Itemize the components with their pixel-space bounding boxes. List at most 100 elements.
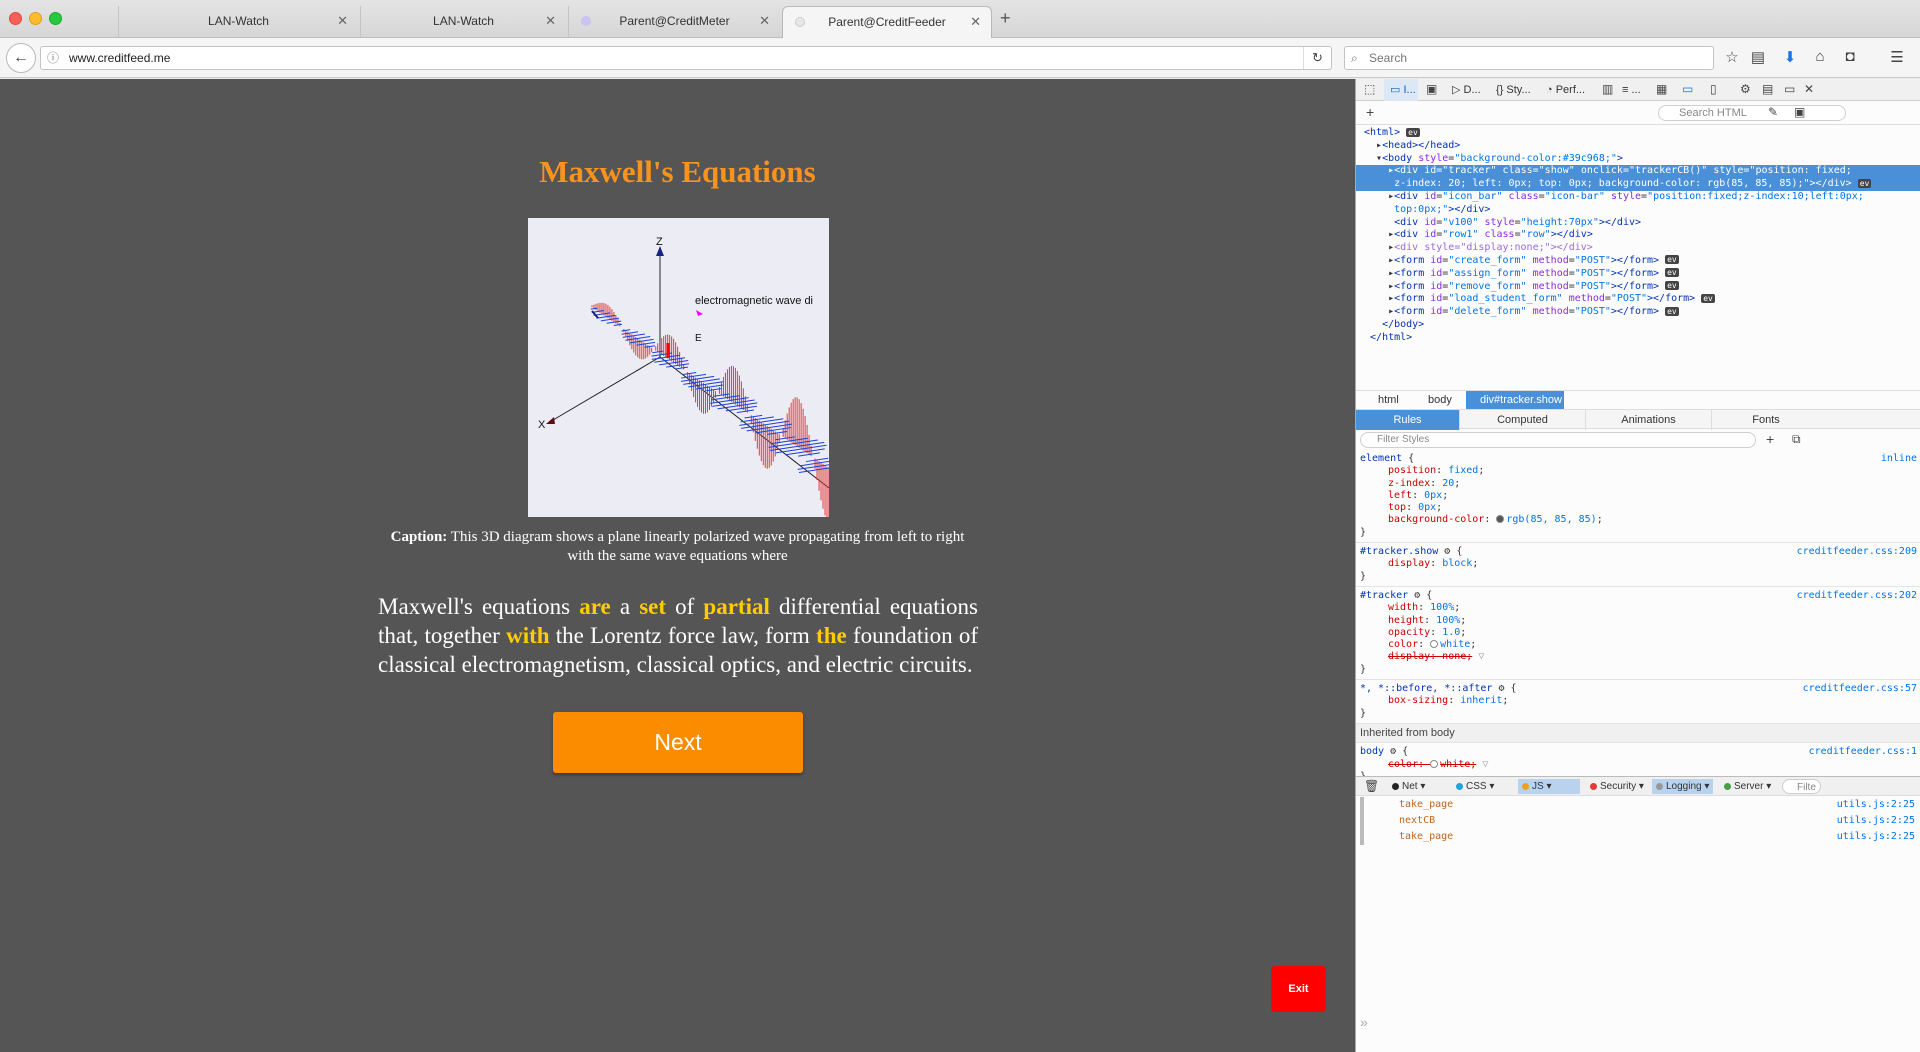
new-tab-button[interactable]: + xyxy=(1000,8,1011,29)
console-filter-input[interactable]: Filte xyxy=(1782,779,1821,794)
filter-icon[interactable]: ▽ xyxy=(1482,759,1488,770)
console-filter-server[interactable]: Server ▾ xyxy=(1720,779,1775,794)
dom-node-icon-bar-cont[interactable]: top:0px;"></div> xyxy=(1356,204,1920,217)
tab-style-editor[interactable]: {} Sty... xyxy=(1496,79,1544,101)
search-html-input[interactable]: Search HTML xyxy=(1658,105,1846,121)
tab-fonts[interactable]: Fonts xyxy=(1712,410,1820,430)
downloads-icon[interactable]: ⬇ xyxy=(1780,48,1800,66)
breadcrumb-body[interactable]: body xyxy=(1422,391,1458,409)
home-icon[interactable]: ⌂ xyxy=(1810,48,1830,65)
search-input[interactable]: ⌕ Search xyxy=(1344,46,1714,70)
dom-node-hidden-div[interactable]: ▸<div style="display:none;"></div> xyxy=(1356,242,1920,255)
console-filter-net[interactable]: Net ▾ xyxy=(1388,779,1429,794)
log-source-link[interactable]: utils.js:2:25 xyxy=(1837,813,1915,829)
back-button[interactable]: ← xyxy=(6,43,36,73)
tab-more[interactable]: ≡ ... xyxy=(1622,79,1652,101)
dom-node-html-close[interactable]: </html> xyxy=(1356,332,1920,345)
rule-source[interactable]: creditfeeder.css:209 xyxy=(1797,546,1917,558)
url-bar[interactable]: ⓘ www.creditfeed.me ↻ xyxy=(40,46,1332,70)
console-filter-js[interactable]: JS ▾ xyxy=(1518,779,1580,794)
highlight-word[interactable]: set xyxy=(639,594,666,619)
color-swatch-icon[interactable] xyxy=(1496,515,1505,524)
tab-rules[interactable]: Rules xyxy=(1356,410,1460,430)
console-icon[interactable]: ▣ xyxy=(1426,82,1437,96)
close-window-button[interactable] xyxy=(9,12,22,25)
dom-node-remove-form[interactable]: ▸<form id="remove_form" method="POST"></… xyxy=(1356,281,1920,294)
settings-gear-icon[interactable]: ⚙ xyxy=(1740,82,1751,96)
breadcrumb-div-tracker[interactable]: div#tracker.show xyxy=(1466,391,1564,409)
tab-debugger[interactable]: ▷ D... xyxy=(1452,79,1492,101)
dom-node-body[interactable]: ▾<body style="background-color:#39c968;"… xyxy=(1356,153,1920,166)
log-source-link[interactable]: utils.js:2:25 xyxy=(1837,797,1915,813)
tab-performance[interactable]: ◔ Perf... xyxy=(1546,79,1598,101)
minimize-window-button[interactable] xyxy=(29,12,42,25)
dom-node-body-close[interactable]: </body> xyxy=(1356,319,1920,332)
dom-node-load-student-form[interactable]: ▸<form id="load_student_form" method="PO… xyxy=(1356,293,1920,306)
console-filter-security[interactable]: Security ▾ xyxy=(1586,779,1648,794)
next-button[interactable]: Next xyxy=(553,712,803,773)
color-swatch-icon[interactable] xyxy=(1430,759,1439,768)
highlight-word[interactable]: partial xyxy=(703,594,769,619)
close-tab-icon[interactable]: ✕ xyxy=(337,6,348,36)
toggle-pseudo-icon[interactable]: ⧉ xyxy=(1792,432,1801,447)
close-tab-icon[interactable]: ✕ xyxy=(545,6,556,36)
breadcrumb-html[interactable]: html xyxy=(1372,391,1405,409)
highlight-word[interactable]: the xyxy=(816,623,847,648)
hamburger-menu-icon[interactable]: ☰ xyxy=(1887,48,1907,66)
tab-parent-creditfeeder[interactable]: Parent@CreditFeeder ✕ xyxy=(782,6,992,38)
tab-inspector[interactable]: ▭ I... xyxy=(1384,79,1418,101)
rule-source[interactable]: inline xyxy=(1881,453,1917,465)
tab-animations[interactable]: Animations xyxy=(1586,410,1712,430)
layout-icon[interactable]: ▦ xyxy=(1656,82,1667,96)
tab-computed[interactable]: Computed xyxy=(1460,410,1586,430)
tab-lan-watch-2[interactable]: LAN-Watch ✕ xyxy=(360,6,566,38)
rule-tracker-show[interactable]: #tracker.show ⚙ { creditfeeder.css:209 d… xyxy=(1356,543,1920,587)
rule-tracker[interactable]: #tracker ⚙ { creditfeeder.css:202 width:… xyxy=(1356,587,1920,681)
rule-source[interactable]: creditfeeder.css:1 xyxy=(1809,746,1917,758)
add-node-icon[interactable]: + xyxy=(1366,104,1374,120)
rule-source[interactable]: creditfeeder.css:202 xyxy=(1797,590,1917,602)
dom-node-v100[interactable]: <div id="v100" style="height:70px"></div… xyxy=(1356,217,1920,230)
pick-element-icon[interactable]: ⬚ xyxy=(1364,82,1375,96)
rule-source[interactable]: creditfeeder.css:57 xyxy=(1803,683,1917,695)
dom-node-icon-bar[interactable]: ▸<div id="icon_bar" class="icon-bar" sty… xyxy=(1356,191,1920,204)
trash-icon[interactable]: 🗑 xyxy=(1364,779,1379,793)
filter-styles-input[interactable]: Filter Styles xyxy=(1360,432,1756,448)
console-filter-logging[interactable]: Logging ▾ xyxy=(1652,779,1714,794)
dom-node-create-form[interactable]: ▸<form id="create_form" method="POST"></… xyxy=(1356,255,1920,268)
zoom-window-button[interactable] xyxy=(49,12,62,25)
filter-icon[interactable]: ▽ xyxy=(1478,651,1484,662)
log-source-link[interactable]: utils.js:2:25 xyxy=(1837,829,1915,845)
close-tab-icon[interactable]: ✕ xyxy=(759,6,770,36)
dom-node-tracker-selected[interactable]: ▸<div id="tracker" class="show" onclick=… xyxy=(1356,165,1920,179)
close-devtools-icon[interactable]: ✕ xyxy=(1804,82,1814,96)
dom-node-row1[interactable]: ▸<div id="row1" class="row"></div> xyxy=(1356,229,1920,242)
tab-lan-watch-1[interactable]: LAN-Watch ✕ xyxy=(118,6,358,38)
dom-node-assign-form[interactable]: ▸<form id="assign_form" method="POST"></… xyxy=(1356,268,1920,281)
device-icon[interactable]: ▯ xyxy=(1710,82,1717,96)
dock-icon[interactable]: ▤ xyxy=(1762,82,1773,96)
color-swatch-icon[interactable] xyxy=(1430,640,1439,649)
dom-node-delete-form[interactable]: ▸<form id="delete_form" method="POST"></… xyxy=(1356,306,1920,319)
rule-element[interactable]: element { inline position: fixed; z-inde… xyxy=(1356,450,1920,544)
memory-icon[interactable]: ▥ xyxy=(1602,82,1613,96)
dom-node-tracker-selected-cont[interactable]: z-index: 20; left: 0px; top: 0px; backgr… xyxy=(1356,178,1920,191)
responsive-icon[interactable]: ▭ xyxy=(1682,82,1693,96)
eyedropper-icon[interactable]: ✎ xyxy=(1768,105,1778,119)
highlight-word[interactable]: are xyxy=(579,594,611,619)
page-content[interactable]: Maxwell's Equations Z X electromagnetic … xyxy=(0,79,1355,1052)
console-filter-css[interactable]: CSS ▾ xyxy=(1452,779,1498,794)
screenshot-node-icon[interactable]: ▣ xyxy=(1794,105,1805,119)
reading-list-icon[interactable]: ▤ xyxy=(1748,48,1768,66)
dom-node-html[interactable]: <html> ev xyxy=(1356,127,1920,140)
highlight-word[interactable]: with xyxy=(506,623,549,648)
close-tab-icon[interactable]: ✕ xyxy=(970,7,981,37)
tab-parent-creditmeter[interactable]: Parent@CreditMeter ✕ xyxy=(568,6,780,38)
rule-universal[interactable]: *, *::before, *::after ⚙ { creditfeeder.… xyxy=(1356,680,1920,724)
info-icon[interactable]: ⓘ xyxy=(47,47,59,69)
dom-node-head[interactable]: ▸<head></head> xyxy=(1356,140,1920,153)
pocket-icon[interactable]: ◘ xyxy=(1840,48,1860,65)
bookmark-star-icon[interactable]: ☆ xyxy=(1722,48,1742,66)
add-rule-icon[interactable]: + xyxy=(1766,431,1774,447)
split-console-icon[interactable]: ▭ xyxy=(1784,82,1795,96)
